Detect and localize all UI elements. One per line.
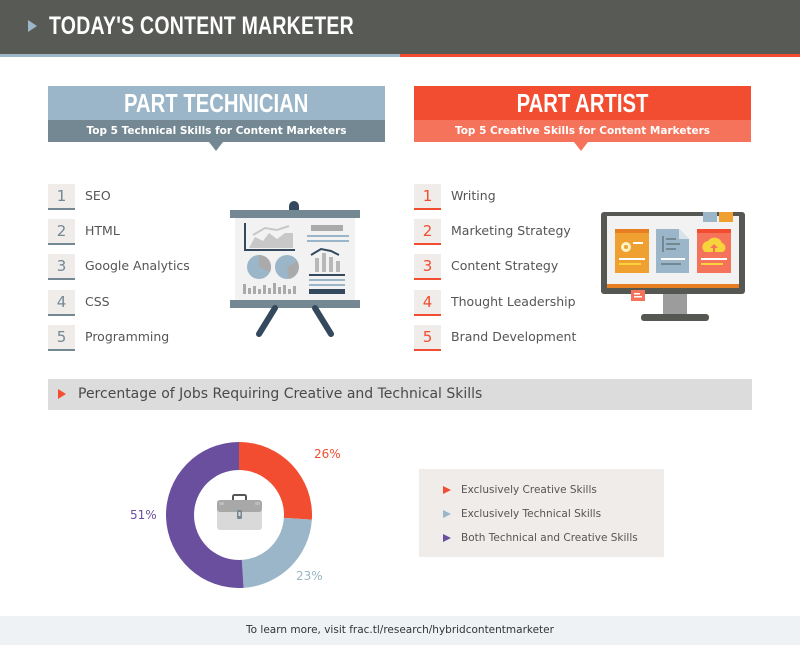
- artist-header: PART ARTIST Top 5 Creative Skills for Co…: [414, 86, 751, 151]
- donut-chart: 26% 23% 51%: [130, 442, 341, 588]
- list-item: 3 Content Strategy: [414, 254, 614, 280]
- rank-badge: 2: [48, 219, 75, 245]
- desktop-monitor-icon: [601, 212, 745, 321]
- list-item: 1 SEO: [48, 184, 248, 210]
- triangle-right-icon: [443, 510, 451, 518]
- rank-badge: 4: [48, 290, 75, 316]
- skill-label: Marketing Strategy: [451, 223, 571, 238]
- list-item: 5 Programming: [48, 325, 248, 351]
- header-stripe-creative: [400, 54, 800, 57]
- data-label-creative: 26%: [314, 447, 341, 461]
- skill-label: Programming: [85, 329, 170, 344]
- list-item: 5 Brand Development: [414, 325, 614, 351]
- skill-label: Thought Leadership: [451, 294, 576, 309]
- list-item: 1 Writing: [414, 184, 614, 210]
- footer: To learn more, visit frac.tl/research/hy…: [0, 616, 800, 645]
- rank-badge: 3: [414, 254, 441, 280]
- pointer-triangle-icon: [574, 142, 588, 151]
- triangle-right-icon: [58, 389, 66, 399]
- rank-badge: 4: [414, 290, 441, 316]
- section-title: Percentage of Jobs Requiring Creative an…: [78, 386, 483, 402]
- footer-link-text[interactable]: To learn more, visit frac.tl/research/hy…: [246, 624, 554, 636]
- technician-title: PART TECHNICIAN: [124, 88, 309, 118]
- legend-label: Exclusively Technical Skills: [461, 508, 602, 520]
- data-label-technical: 23%: [296, 569, 323, 583]
- list-item: 4 Thought Leadership: [414, 290, 614, 316]
- rank-badge: 1: [48, 184, 75, 210]
- skill-label: CSS: [85, 294, 110, 309]
- rank-badge: 3: [48, 254, 75, 280]
- skill-label: Brand Development: [451, 329, 577, 344]
- skill-label: Google Analytics: [85, 258, 190, 273]
- rank-badge: 5: [48, 325, 75, 351]
- list-item: 3 Google Analytics: [48, 254, 248, 280]
- legend-label: Both Technical and Creative Skills: [461, 532, 638, 544]
- skill-label: SEO: [85, 188, 111, 203]
- skill-label: HTML: [85, 223, 120, 238]
- technician-header: PART TECHNICIAN Top 5 Technical Skills f…: [48, 86, 385, 151]
- technician-subtitle: Top 5 Technical Skills for Content Marke…: [48, 120, 385, 142]
- rank-badge: 5: [414, 325, 441, 351]
- legend-label: Exclusively Creative Skills: [461, 484, 597, 496]
- artist-title: PART ARTIST: [516, 88, 649, 118]
- header-stripe-technical: [0, 54, 400, 57]
- chart-legend: Exclusively Creative Skills Exclusively …: [419, 469, 664, 557]
- page-title: TODAY'S CONTENT MARKETER: [49, 12, 354, 40]
- triangle-right-icon: [443, 486, 451, 494]
- presentation-easel-icon: [230, 201, 360, 337]
- skill-label: Writing: [451, 188, 496, 203]
- skill-label: Content Strategy: [451, 258, 559, 273]
- pointer-triangle-icon: [209, 142, 223, 151]
- triangle-right-icon: [443, 534, 451, 542]
- list-item: 2 Marketing Strategy: [414, 219, 614, 245]
- list-item: 4 CSS: [48, 290, 248, 316]
- rank-badge: 1: [414, 184, 441, 210]
- data-label-both: 51%: [130, 508, 157, 522]
- rank-badge: 2: [414, 219, 441, 245]
- toolbox-icon: [217, 494, 262, 530]
- triangle-right-icon: [28, 20, 37, 32]
- section-header: Percentage of Jobs Requiring Creative an…: [48, 379, 752, 410]
- list-item: 2 HTML: [48, 219, 248, 245]
- header-bar: TODAY'S CONTENT MARKETER: [0, 0, 800, 54]
- artist-subtitle: Top 5 Creative Skills for Content Market…: [414, 120, 751, 142]
